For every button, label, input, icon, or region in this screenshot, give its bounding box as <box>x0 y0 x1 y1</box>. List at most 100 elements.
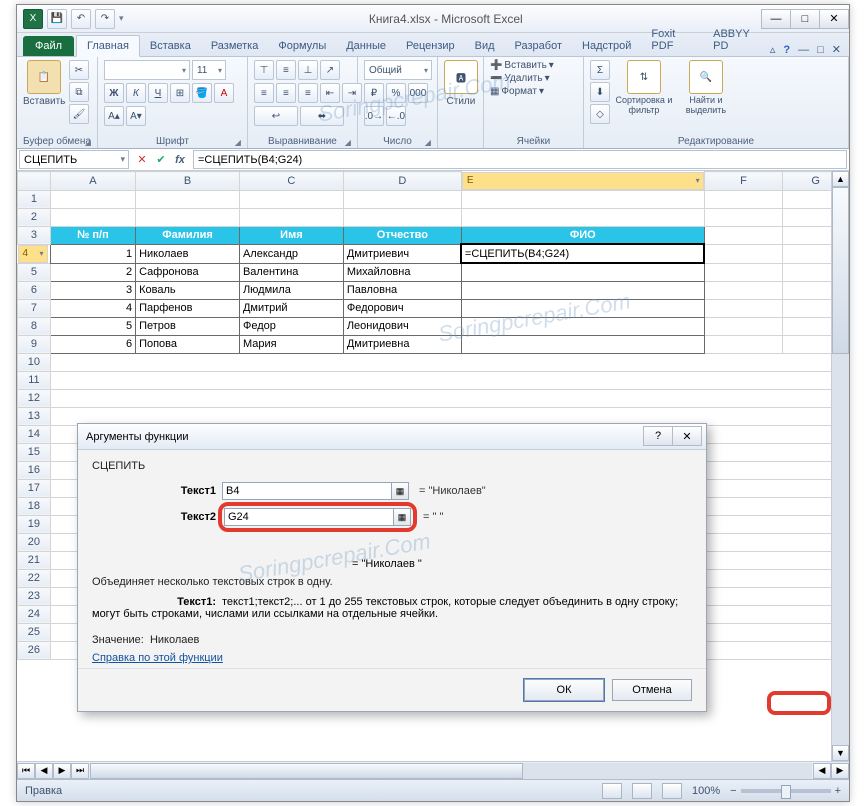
table-cell[interactable]: Сафронова <box>136 263 240 281</box>
table-cell[interactable]: 4 <box>50 299 135 317</box>
redo-icon[interactable]: ↷ <box>95 9 115 29</box>
table-cell[interactable]: 2 <box>50 263 135 281</box>
table-header-fio[interactable]: ФИО <box>461 226 704 244</box>
bold-button[interactable]: Ж <box>104 83 124 103</box>
horizontal-scrollbar[interactable]: ⏮ ◀ ▶ ⏭ ◀ ▶ <box>17 761 849 779</box>
undo-icon[interactable]: ↶ <box>71 9 91 29</box>
table-cell[interactable] <box>461 263 704 281</box>
maximize-button[interactable]: □ <box>790 9 820 29</box>
tab-developer[interactable]: Разработ <box>505 36 572 56</box>
vscroll-thumb[interactable] <box>832 187 849 354</box>
table-cell[interactable]: 6 <box>50 335 135 353</box>
align-left-icon[interactable]: ≡ <box>254 83 274 103</box>
table-cell[interactable]: Дмитрий <box>239 299 343 317</box>
restore-workbook-icon[interactable]: — <box>798 44 809 56</box>
row-header[interactable]: 26 <box>18 641 51 659</box>
number-launcher-icon[interactable]: ◢ <box>425 138 431 147</box>
tab-abbyy[interactable]: ABBYY PD <box>703 24 770 56</box>
copy-icon[interactable]: ⧉ <box>69 82 89 102</box>
row-header[interactable]: 16 <box>18 461 51 479</box>
percent-icon[interactable]: % <box>386 83 406 103</box>
formula-input[interactable]: =СЦЕПИТЬ(B4;G24) <box>193 150 847 169</box>
col-header-a[interactable]: A <box>50 172 135 191</box>
row-header[interactable]: 20 <box>18 533 51 551</box>
table-cell[interactable]: Николаев <box>136 244 240 263</box>
row-header[interactable]: 6 <box>18 281 51 299</box>
col-header-d[interactable]: D <box>343 172 461 191</box>
row-header[interactable]: 15 <box>18 443 51 461</box>
clear-icon[interactable]: ◇ <box>590 104 610 124</box>
dialog-help-link[interactable]: Справка по этой функции <box>92 652 223 664</box>
merge-icon[interactable]: ⬌ <box>300 106 344 126</box>
row-header[interactable]: 10 <box>18 353 51 371</box>
table-cell[interactable]: 1 <box>50 244 135 263</box>
table-cell[interactable]: Федорович <box>343 299 461 317</box>
table-cell[interactable]: Попова <box>136 335 240 353</box>
row-header[interactable]: 25 <box>18 623 51 641</box>
qat-dropdown-icon[interactable]: ▾ <box>119 13 124 24</box>
col-header-c[interactable]: C <box>239 172 343 191</box>
row-header[interactable]: 24 <box>18 605 51 623</box>
tab-home[interactable]: Главная <box>76 35 140 57</box>
insert-function-icon[interactable]: fx <box>171 151 189 169</box>
format-painter-icon[interactable]: 🖌 <box>69 104 89 124</box>
arg1-input[interactable] <box>222 482 392 500</box>
font-family-select[interactable] <box>104 60 190 80</box>
inc-decimal-icon[interactable]: .0→ <box>364 106 384 126</box>
table-cell[interactable]: Валентина <box>239 263 343 281</box>
table-header-first[interactable]: Имя <box>239 226 343 244</box>
close-workbook-icon[interactable]: ✕ <box>832 43 841 56</box>
row-header[interactable]: 9 <box>18 335 51 353</box>
zoom-in-icon[interactable]: + <box>835 785 841 797</box>
table-cell[interactable]: Парфенов <box>136 299 240 317</box>
row-header[interactable]: 5 <box>18 263 51 281</box>
table-header-last[interactable]: Фамилия <box>136 226 240 244</box>
row-header[interactable]: 23 <box>18 587 51 605</box>
styles-button[interactable]: 🅰 Стили <box>444 60 478 107</box>
row-header[interactable]: 1 <box>18 190 51 208</box>
tab-insert[interactable]: Вставка <box>140 36 201 56</box>
sheet-nav-next-icon[interactable]: ▶ <box>53 763 71 779</box>
col-header-b[interactable]: B <box>136 172 240 191</box>
row-header[interactable]: 22 <box>18 569 51 587</box>
table-cell[interactable]: Дмитриевич <box>343 244 461 263</box>
dialog-ok-button[interactable]: ОК <box>524 679 604 701</box>
row-header[interactable]: 4 <box>18 245 48 263</box>
underline-button[interactable]: Ч <box>148 83 168 103</box>
table-cell[interactable]: Леонидович <box>343 317 461 335</box>
view-normal-icon[interactable] <box>602 783 622 799</box>
zoom-level[interactable]: 100% <box>692 785 720 797</box>
tab-view[interactable]: Вид <box>465 36 505 56</box>
tab-layout[interactable]: Разметка <box>201 36 269 56</box>
table-cell[interactable] <box>461 335 704 353</box>
grow-font-icon[interactable]: A▴ <box>104 106 124 126</box>
dialog-close-button[interactable]: ✕ <box>672 426 702 446</box>
row-header[interactable]: 8 <box>18 317 51 335</box>
align-top-icon[interactable]: ⊤ <box>254 60 274 80</box>
italic-button[interactable]: К <box>126 83 146 103</box>
paste-button[interactable]: 📋 Вставить <box>23 60 65 107</box>
indent-dec-icon[interactable]: ⇤ <box>320 83 340 103</box>
scroll-right-icon[interactable]: ▶ <box>831 763 849 779</box>
sheet-nav-last-icon[interactable]: ⏭ <box>71 763 89 779</box>
name-box[interactable]: СЦЕПИТЬ <box>19 150 129 169</box>
tab-data[interactable]: Данные <box>336 36 396 56</box>
arg2-range-picker-icon[interactable]: ▦ <box>393 508 411 526</box>
fill-icon[interactable]: ⬇ <box>590 82 610 102</box>
scroll-left-icon[interactable]: ◀ <box>813 763 831 779</box>
sheet-nav-first-icon[interactable]: ⏮ <box>17 763 35 779</box>
arg2-input[interactable] <box>224 508 394 526</box>
align-right-icon[interactable]: ≡ <box>298 83 318 103</box>
table-cell[interactable]: Коваль <box>136 281 240 299</box>
view-pagebreak-icon[interactable] <box>662 783 682 799</box>
table-cell[interactable] <box>461 281 704 299</box>
close-button[interactable]: ✕ <box>819 9 849 29</box>
row-header[interactable]: 21 <box>18 551 51 569</box>
table-cell[interactable]: Федор <box>239 317 343 335</box>
alignment-launcher-icon[interactable]: ◢ <box>345 138 351 147</box>
find-select-button[interactable]: 🔍 Найти и выделить <box>678 60 734 116</box>
max-workbook-icon[interactable]: □ <box>817 44 824 56</box>
tab-file[interactable]: Файл <box>23 36 74 56</box>
row-header[interactable]: 18 <box>18 497 51 515</box>
autosum-icon[interactable]: Σ <box>590 60 610 80</box>
